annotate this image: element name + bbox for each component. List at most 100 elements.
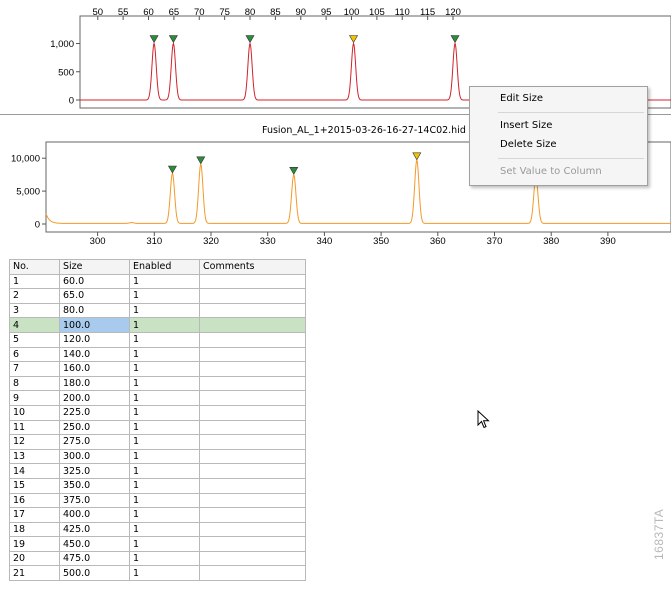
comments-cell[interactable] (199, 317, 306, 333)
row-number-cell[interactable]: 6 (9, 346, 60, 363)
row-number-cell[interactable]: 8 (9, 375, 60, 392)
row-number-cell[interactable]: 10 (9, 404, 60, 421)
table-row[interactable]: 12 275.0 1 (9, 434, 306, 450)
menu-delete-size[interactable]: Delete Size (500, 136, 557, 154)
size-cell[interactable]: 375.0 (59, 492, 130, 509)
size-cell[interactable]: 80.0 (59, 302, 130, 319)
table-row[interactable]: 19 450.0 1 (9, 536, 306, 552)
menu-set-value-to-column[interactable]: Set Value to Column (500, 163, 602, 181)
table-row[interactable]: 6 140.0 1 (9, 346, 306, 363)
table-row[interactable]: 1 60.0 1 (9, 273, 306, 290)
comments-cell[interactable] (199, 550, 306, 567)
enabled-cell[interactable]: 1 (129, 375, 200, 392)
row-number-cell[interactable]: 20 (9, 550, 60, 567)
table-row[interactable]: 4 100.0 1 (9, 317, 306, 333)
size-cell[interactable]: 475.0 (59, 550, 130, 567)
enabled-cell[interactable]: 1 (129, 302, 200, 319)
comments-cell[interactable] (199, 492, 306, 509)
comments-cell[interactable] (199, 331, 306, 348)
enabled-cell[interactable]: 1 (129, 331, 200, 348)
table-row[interactable]: 17 400.0 1 (9, 507, 306, 523)
size-cell[interactable]: 350.0 (59, 477, 130, 494)
enabled-cell[interactable]: 1 (129, 317, 200, 333)
size-cell[interactable]: 180.0 (59, 375, 130, 392)
comments-cell[interactable] (199, 390, 306, 406)
comments-cell[interactable] (199, 346, 306, 363)
size-cell[interactable]: 200.0 (59, 390, 130, 406)
table-row[interactable]: 2 65.0 1 (9, 288, 306, 304)
size-cell[interactable]: 65.0 (59, 288, 130, 304)
row-number-cell[interactable]: 12 (9, 434, 60, 450)
comments-cell[interactable] (199, 404, 306, 421)
row-number-cell[interactable]: 4 (9, 317, 60, 333)
table-row[interactable]: 15 350.0 1 (9, 477, 306, 494)
size-cell[interactable]: 425.0 (59, 521, 130, 538)
size-cell[interactable]: 400.0 (59, 507, 130, 523)
size-cell[interactable]: 120.0 (59, 331, 130, 348)
enabled-cell[interactable]: 1 (129, 565, 200, 582)
size-cell[interactable]: 100.0 (59, 317, 130, 333)
row-number-cell[interactable]: 3 (9, 302, 60, 319)
row-number-cell[interactable]: 2 (9, 288, 60, 304)
column-header-comments[interactable]: Comments (199, 259, 306, 275)
enabled-cell[interactable]: 1 (129, 463, 200, 479)
comments-cell[interactable] (199, 477, 306, 494)
comments-cell[interactable] (199, 419, 306, 436)
column-header-no[interactable]: No. (9, 259, 60, 275)
table-row[interactable]: 13 300.0 1 (9, 448, 306, 465)
comments-cell[interactable] (199, 507, 306, 523)
comments-cell[interactable] (199, 273, 306, 290)
enabled-cell[interactable]: 1 (129, 434, 200, 450)
row-number-cell[interactable]: 19 (9, 536, 60, 552)
enabled-cell[interactable]: 1 (129, 404, 200, 421)
table-row[interactable]: 9 200.0 1 (9, 390, 306, 406)
enabled-cell[interactable]: 1 (129, 288, 200, 304)
comments-cell[interactable] (199, 375, 306, 392)
row-number-cell[interactable]: 1 (9, 273, 60, 290)
table-row[interactable]: 5 120.0 1 (9, 331, 306, 348)
size-cell[interactable]: 275.0 (59, 434, 130, 450)
size-cell[interactable]: 325.0 (59, 463, 130, 479)
row-number-cell[interactable]: 15 (9, 477, 60, 494)
comments-cell[interactable] (199, 536, 306, 552)
row-number-cell[interactable]: 11 (9, 419, 60, 436)
size-cell[interactable]: 225.0 (59, 404, 130, 421)
column-header-size[interactable]: Size (59, 259, 130, 275)
table-row[interactable]: 18 425.0 1 (9, 521, 306, 538)
size-cell[interactable]: 450.0 (59, 536, 130, 552)
enabled-cell[interactable]: 1 (129, 390, 200, 406)
size-cell[interactable]: 60.0 (59, 273, 130, 290)
enabled-cell[interactable]: 1 (129, 448, 200, 465)
table-row[interactable]: 16 375.0 1 (9, 492, 306, 509)
row-number-cell[interactable]: 14 (9, 463, 60, 479)
table-row[interactable]: 11 250.0 1 (9, 419, 306, 436)
enabled-cell[interactable]: 1 (129, 361, 200, 377)
row-number-cell[interactable]: 17 (9, 507, 60, 523)
enabled-cell[interactable]: 1 (129, 477, 200, 494)
comments-cell[interactable] (199, 302, 306, 319)
comments-cell[interactable] (199, 288, 306, 304)
size-cell[interactable]: 140.0 (59, 346, 130, 363)
menu-edit-size[interactable]: Edit Size (500, 90, 543, 108)
table-row[interactable]: 21 500.0 1 (9, 565, 306, 582)
comments-cell[interactable] (199, 521, 306, 538)
row-number-cell[interactable]: 21 (9, 565, 60, 582)
comments-cell[interactable] (199, 565, 306, 582)
table-row[interactable]: 14 325.0 1 (9, 463, 306, 479)
enabled-cell[interactable]: 1 (129, 536, 200, 552)
table-row[interactable]: 3 80.0 1 (9, 302, 306, 319)
table-row[interactable]: 10 225.0 1 (9, 404, 306, 421)
menu-insert-size[interactable]: Insert Size (500, 117, 552, 135)
table-row[interactable]: 8 180.0 1 (9, 375, 306, 392)
enabled-cell[interactable]: 1 (129, 550, 200, 567)
row-number-cell[interactable]: 18 (9, 521, 60, 538)
column-header-enabled[interactable]: Enabled (129, 259, 200, 275)
row-number-cell[interactable]: 7 (9, 361, 60, 377)
enabled-cell[interactable]: 1 (129, 521, 200, 538)
row-number-cell[interactable]: 5 (9, 331, 60, 348)
size-cell[interactable]: 160.0 (59, 361, 130, 377)
comments-cell[interactable] (199, 448, 306, 465)
table-row[interactable]: 7 160.0 1 (9, 361, 306, 377)
enabled-cell[interactable]: 1 (129, 419, 200, 436)
comments-cell[interactable] (199, 434, 306, 450)
